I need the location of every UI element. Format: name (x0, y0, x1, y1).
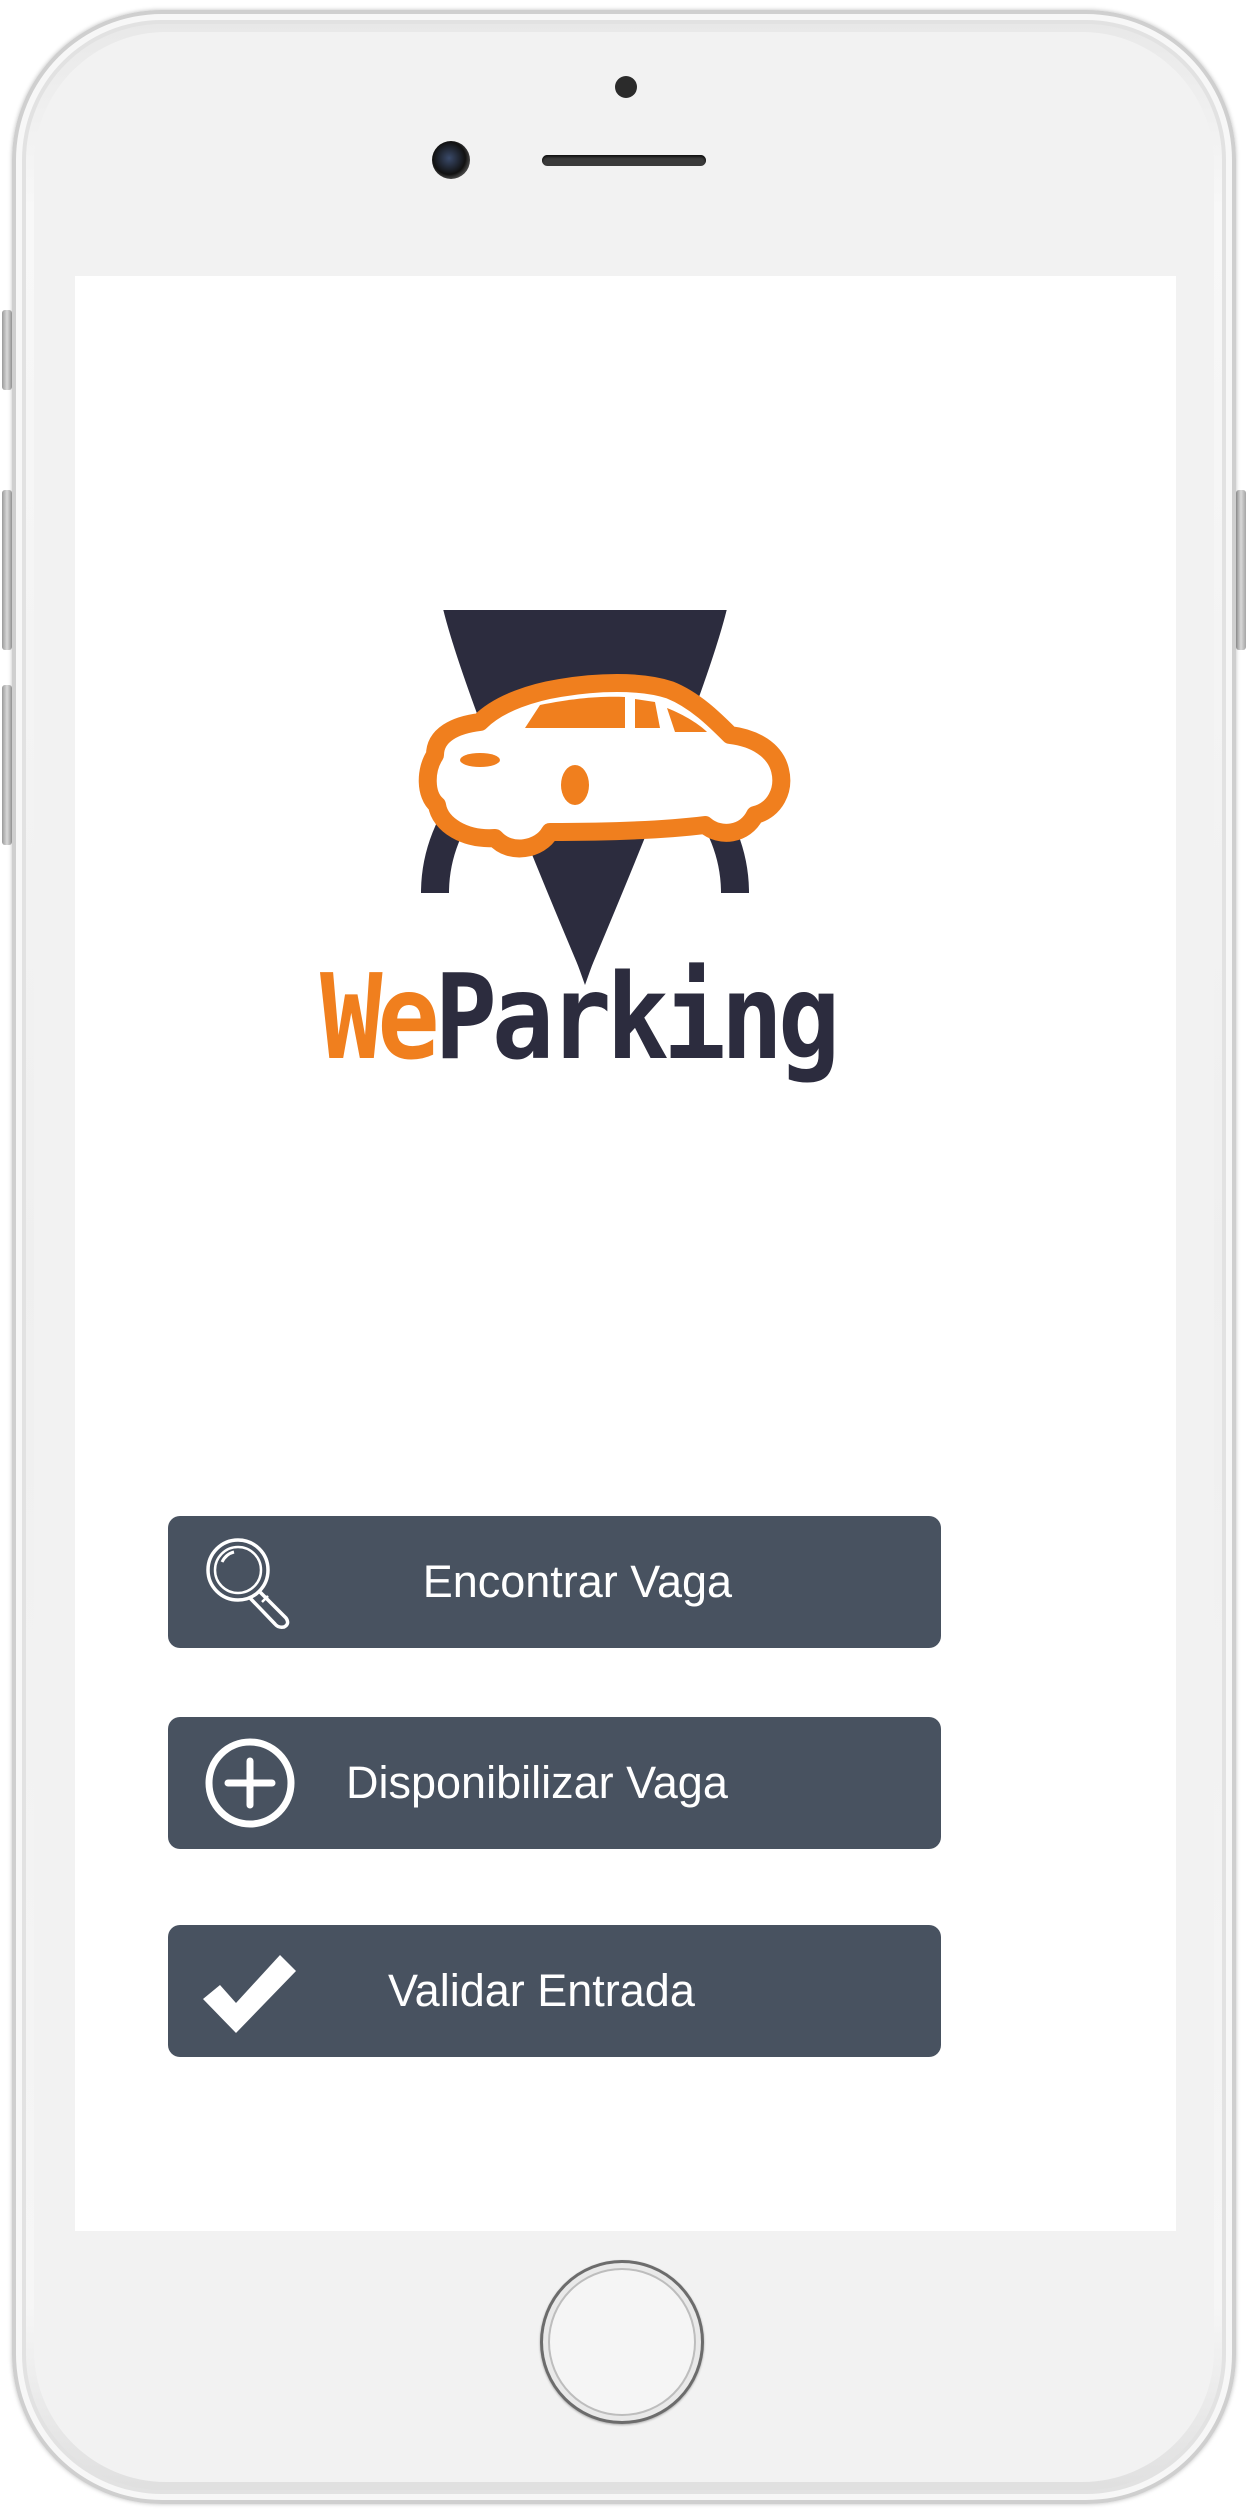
validate-entry-button[interactable]: Validar Entrada (168, 1925, 941, 2057)
front-camera (432, 141, 470, 179)
earpiece-speaker (542, 155, 706, 166)
brand-parking: Parking (434, 948, 840, 1086)
validate-entry-label: Validar Entrada (388, 1965, 695, 2016)
power-button (1236, 490, 1246, 650)
find-spot-button[interactable]: Encontrar Vaga (168, 1516, 941, 1648)
plus-circle-icon (205, 1738, 295, 1828)
search-icon (206, 1538, 290, 1629)
home-button[interactable] (540, 2260, 704, 2424)
offer-spot-label: Disponibilizar Vaga (346, 1757, 728, 1808)
volume-up-button (2, 490, 12, 650)
device-mockup: WeParking Encontrar Vaga Disponibilizar … (0, 0, 1248, 2518)
offer-spot-button[interactable]: Disponibilizar Vaga (168, 1717, 941, 1849)
proximity-sensor (615, 76, 637, 98)
brand-we: We (320, 948, 440, 1086)
volume-down-button (2, 685, 12, 845)
check-icon (203, 1955, 296, 2033)
mute-switch (2, 310, 12, 390)
brand-wordmark: WeParking (320, 958, 840, 1076)
find-spot-label: Encontrar Vaga (422, 1556, 733, 1607)
